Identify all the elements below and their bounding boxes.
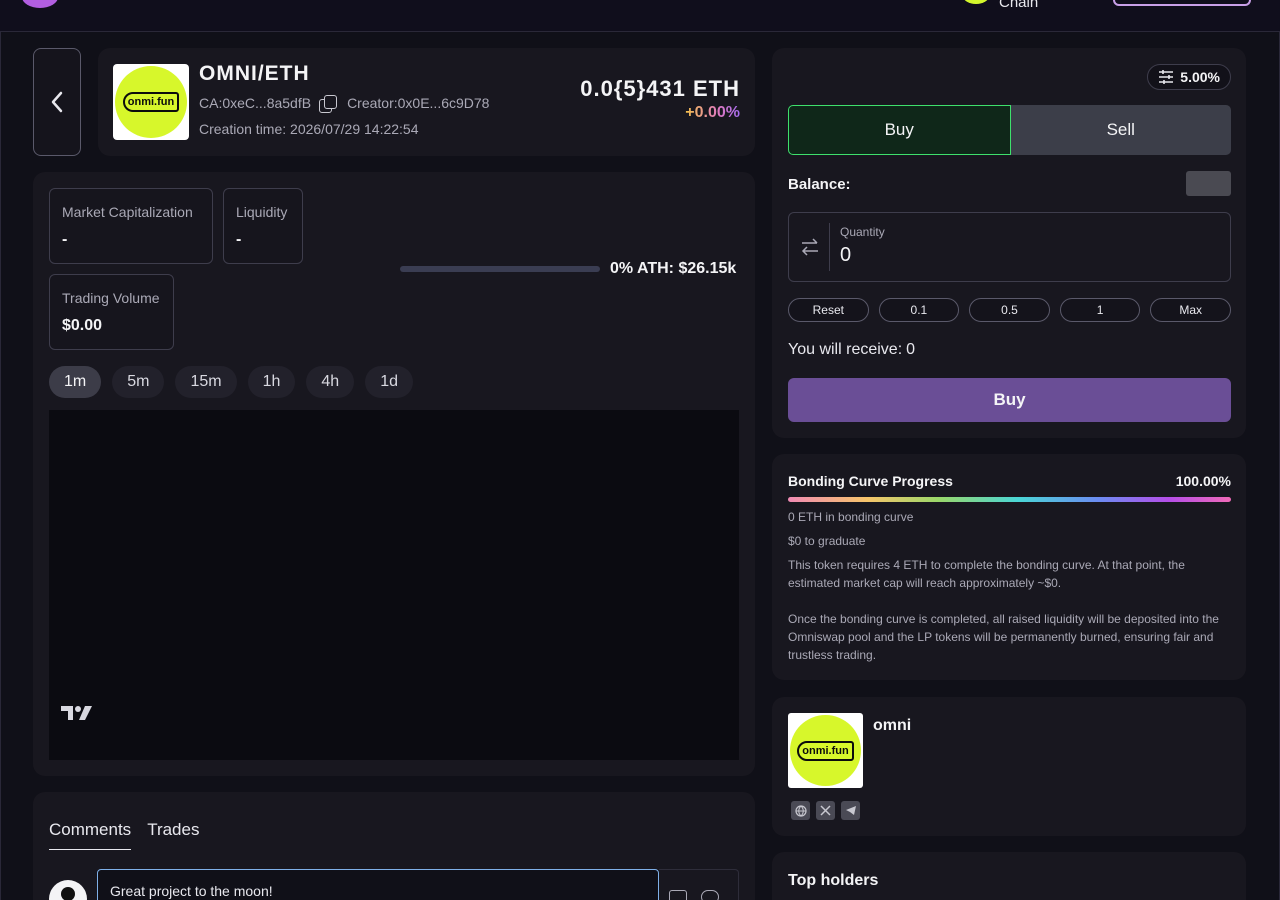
chain-selector-label[interactable]: Chain [999,0,1038,11]
buy-tab[interactable]: Buy [788,105,1011,155]
volume-value: $0.00 [62,317,103,334]
token-header-card: onmi.fun OMNI/ETH CA:0xeC...8a5dfB Creat… [98,48,755,156]
tab-trades[interactable]: Trades [147,820,199,850]
price-change: +0.00% [685,104,740,121]
token-logo: onmi.fun [113,64,189,140]
slippage-button[interactable]: 5.00% [1147,64,1231,90]
quantity-field: Quantity [788,212,1231,282]
preset-0-1-button[interactable]: 0.1 [878,298,960,322]
token-logo-text: onmi.fun [122,92,180,112]
token-price: 0.0{5}431 ETH [580,76,740,101]
buy-submit-button[interactable]: Buy [788,378,1231,422]
receive-row: You will receive: 0 [788,341,915,359]
comment-tools [659,869,739,900]
timeframe-4h[interactable]: 4h [306,366,355,398]
volume-stat: Trading Volume $0.00 [49,274,174,350]
creation-time: Creation time: 2026/07/29 14:22:54 [199,121,419,137]
globe-icon[interactable] [791,801,810,820]
trade-panel: 5.00% Buy Sell Balance: Quantity Reset 0.… [772,48,1246,438]
balance-value-placeholder [1186,171,1231,196]
timeframe-1m[interactable]: 1m [49,366,102,398]
bonding-progress-bar [788,497,1231,502]
profile-logo-text: onmi.fun [797,740,854,761]
top-holders-title: Top holders [788,872,879,889]
buy-sell-toggle: Buy Sell [788,105,1231,155]
timeframe-5m[interactable]: 5m [112,366,165,398]
bonding-requirement-text: This token requires 4 ETH to complete th… [788,558,1185,590]
send-icon[interactable] [701,890,719,900]
receive-value: 0 [906,341,916,358]
liquidity-stat: Liquidity - [223,188,303,264]
bonding-progress-fill [788,497,1231,502]
liquidity-value: - [236,231,242,248]
connect-wallet-button[interactable] [1113,0,1251,6]
top-holders-card: Top holders [772,852,1246,900]
slippage-value: 5.00% [1180,69,1220,85]
profile-logo: onmi.fun [788,713,863,788]
x-icon[interactable] [816,801,835,820]
bonding-completion-text: Once the bonding curve is completed, all… [788,612,1219,662]
social-links [791,801,860,820]
timeframe-selector: 1m 5m 15m 1h 4h 1d [49,366,413,398]
chart-card: Market Capitalization - Liquidity - Trad… [33,172,755,776]
timeframe-1d[interactable]: 1d [365,366,413,398]
sliders-icon [1159,70,1174,84]
bonding-title: Bonding Curve Progress [788,473,953,489]
volume-label: Trading Volume [62,290,160,306]
chain-icon[interactable] [963,0,989,4]
bonding-curve-card: Bonding Curve Progress 100.00% 0 ETH in … [772,454,1246,680]
ath-text: 0% ATH: $26.15k [610,260,737,277]
receive-label: You will receive: [788,341,903,358]
timeframe-1h[interactable]: 1h [247,366,296,398]
timeframe-15m[interactable]: 15m [175,366,237,398]
user-avatar [49,880,87,900]
preset-max-button[interactable]: Max [1150,298,1231,322]
chevron-left-icon [51,91,63,113]
copy-icon[interactable] [319,95,338,113]
creator-address[interactable]: Creator:0x0E...6c9D78 [347,95,489,111]
preset-1-button[interactable]: 1 [1059,298,1141,322]
tab-comments[interactable]: Comments [49,820,132,850]
comment-input[interactable]: Great project to the moon! [97,869,659,900]
tradingview-icon[interactable] [61,704,93,722]
sell-tab[interactable]: Sell [1010,105,1231,155]
contract-address: CA:0xeC...8a5dfB [199,95,312,111]
top-navbar: Chain [0,0,1280,32]
quantity-label: Quantity [840,225,885,239]
preset-0-5-button[interactable]: 0.5 [969,298,1050,322]
market-cap-stat: Market Capitalization - [49,188,213,264]
market-cap-value: - [62,231,68,248]
swap-icon[interactable] [800,237,820,257]
app-logo[interactable] [22,0,58,8]
ath-progress-bar [400,266,600,272]
price-chart[interactable] [49,410,739,760]
bonding-percent: 100.00% [1175,473,1231,489]
back-button[interactable] [33,48,81,156]
comments-card: Comments Trades Great project to the moo… [33,792,755,900]
balance-label: Balance: [788,176,851,193]
market-cap-label: Market Capitalization [62,204,193,220]
quantity-divider [829,223,830,271]
contract-address-row: CA:0xeC...8a5dfB Creator:0x0E...6c9D78 [199,95,489,113]
quantity-input[interactable] [840,244,1210,267]
bonding-eth-text: 0 ETH in bonding curve [788,510,914,524]
token-profile-card: onmi.fun omni [772,697,1246,836]
bonding-graduate-text: $0 to graduate [788,534,866,548]
telegram-icon[interactable] [841,801,860,820]
liquidity-label: Liquidity [236,204,288,220]
profile-name: omni [873,717,912,734]
image-upload-icon[interactable] [669,890,687,900]
preset-reset-button[interactable]: Reset [788,298,869,322]
comments-tabs: Comments Trades [49,820,199,850]
amount-presets: Reset 0.1 0.5 1 Max [788,298,1231,322]
token-pair-title: OMNI/ETH [199,62,310,85]
